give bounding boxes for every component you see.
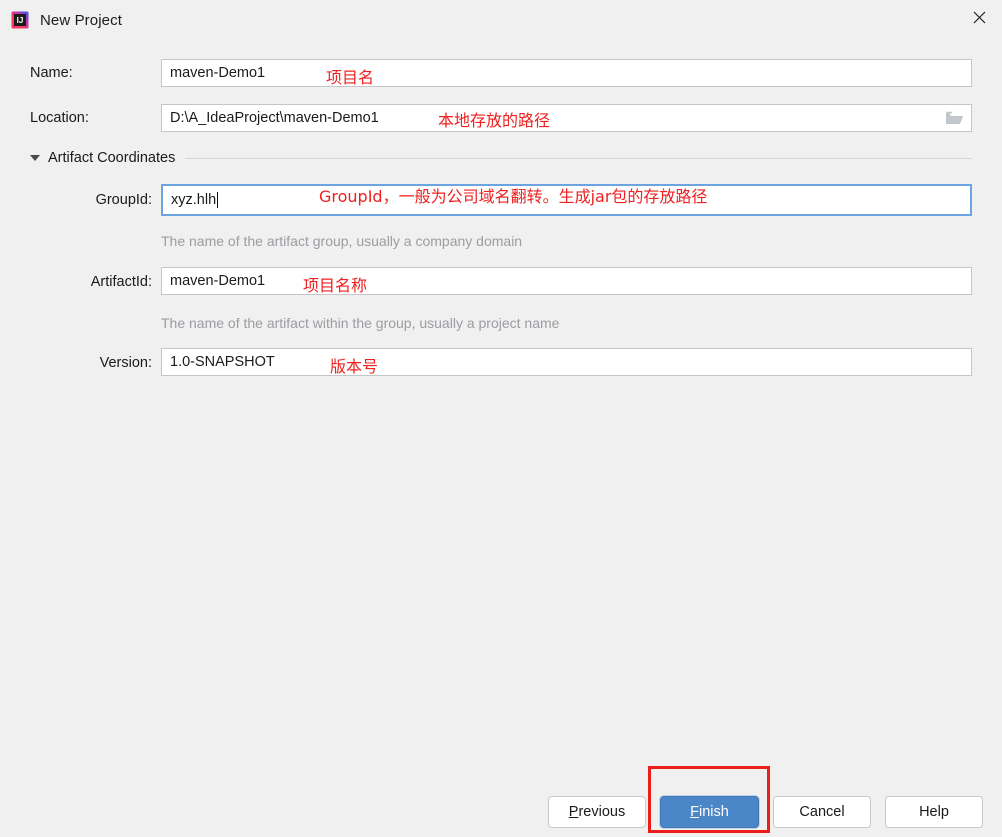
location-annotation: 本地存放的路径 <box>438 111 551 130</box>
intellij-idea-icon: IJ <box>11 11 29 29</box>
groupid-label: GroupId: <box>95 192 152 208</box>
version-label: Version: <box>99 355 152 371</box>
triangle-down-icon[interactable] <box>30 155 40 161</box>
name-input-value: maven-Demo1 <box>170 65 266 81</box>
artifactid-input-value: maven-Demo1 <box>170 273 266 289</box>
cancel-button[interactable]: Cancel <box>773 796 871 828</box>
previous-button[interactable]: Previous <box>548 796 646 828</box>
location-input-value: D:\A_IdeaProject\maven-Demo1 <box>170 110 379 126</box>
section-divider <box>185 157 972 159</box>
cancel-button-label: Cancel <box>799 804 845 820</box>
artifactid-annotation: 项目名称 <box>303 276 368 295</box>
text-caret <box>217 192 219 208</box>
groupid-annotation: GroupId，一般为公司域名翻转。生成jar包的存放路径 <box>319 187 708 206</box>
name-annotation: 项目名 <box>326 68 375 87</box>
groupid-input-value: xyz.hlh <box>171 192 217 208</box>
artifactid-label: ArtifactId: <box>90 274 152 290</box>
window-title: New Project <box>40 11 122 29</box>
groupid-hint: The name of the artifact group, usually … <box>161 233 523 249</box>
version-input[interactable]: 1.0-SNAPSHOT <box>161 348 972 376</box>
finish-button[interactable]: Finish <box>660 796 759 828</box>
previous-button-mnemonic: P <box>568 804 579 820</box>
finish-button-mnemonic: F <box>690 804 700 820</box>
version-annotation: 版本号 <box>330 357 379 376</box>
previous-button-label: revious <box>578 804 626 820</box>
help-button-label: Help <box>919 804 949 820</box>
name-input[interactable]: maven-Demo1 <box>161 59 972 87</box>
artifact-coordinates-section-header[interactable]: Artifact Coordinates <box>30 150 972 166</box>
artifactid-hint: The name of the artifact within the grou… <box>161 315 560 331</box>
name-label: Name: <box>30 65 73 81</box>
section-title: Artifact Coordinates <box>48 150 176 166</box>
svg-text:IJ: IJ <box>17 16 24 25</box>
close-icon[interactable] <box>956 0 1002 34</box>
title-bar: IJ New Project <box>0 0 1002 40</box>
artifactid-input[interactable]: maven-Demo1 <box>161 267 972 295</box>
location-label: Location: <box>30 110 89 126</box>
location-input[interactable]: D:\A_IdeaProject\maven-Demo1 <box>161 104 972 132</box>
help-button[interactable]: Help <box>885 796 983 828</box>
version-input-value: 1.0-SNAPSHOT <box>170 354 275 370</box>
folder-icon[interactable] <box>946 111 963 125</box>
finish-button-label: inish <box>699 804 729 820</box>
